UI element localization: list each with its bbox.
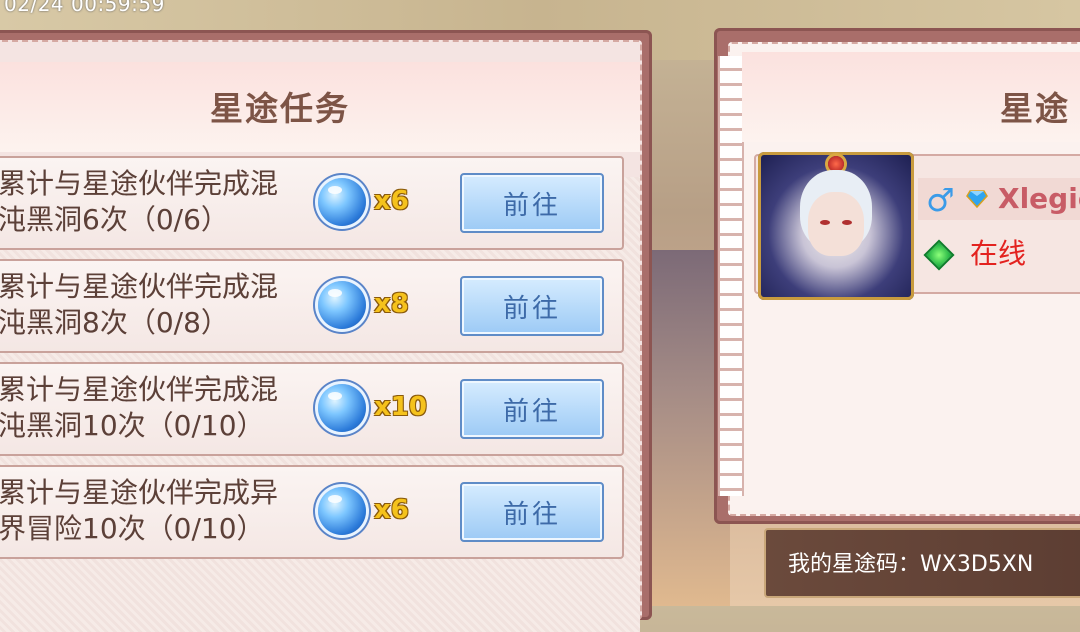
task-row: 累计与星途伙伴完成混 沌黑洞10次（0/10） x10 前往 bbox=[0, 362, 624, 456]
go-button[interactable]: 前往 bbox=[460, 379, 604, 439]
diamond-icon bbox=[966, 190, 988, 208]
reward-quantity: x10 bbox=[374, 392, 427, 422]
go-button[interactable]: 前往 bbox=[460, 482, 604, 542]
task-line-1: 累计与星途伙伴完成混 bbox=[0, 167, 279, 200]
blue-orb-icon bbox=[318, 384, 366, 432]
go-button[interactable]: 前往 bbox=[460, 276, 604, 336]
reward-quantity: x6 bbox=[374, 186, 409, 216]
player-name: Xlegio bbox=[998, 182, 1080, 215]
reward-quantity: x8 bbox=[374, 289, 409, 319]
task-line-1: 累计与星途伙伴完成混 bbox=[0, 373, 279, 406]
task-description: 累计与星途伙伴完成混 沌黑洞6次（0/6） bbox=[0, 166, 298, 238]
task-panel-title: 星途任务 bbox=[210, 89, 350, 128]
task-row: 累计与星途伙伴完成混 沌黑洞8次（0/8） x8 前往 bbox=[0, 259, 624, 353]
crown-gem-icon bbox=[828, 156, 844, 172]
character-portrait bbox=[808, 192, 864, 256]
go-button[interactable]: 前往 bbox=[460, 173, 604, 233]
task-line-2: 沌黑洞8次（0/8） bbox=[0, 306, 229, 339]
partner-panel-title: 星途 bbox=[1000, 89, 1070, 128]
task-line-2: 界冒险10次（0/10） bbox=[0, 512, 265, 545]
timestamp: 02/24 00:59:59 bbox=[4, 0, 165, 16]
task-description: 累计与星途伙伴完成混 沌黑洞10次（0/10） bbox=[0, 372, 298, 444]
blue-orb-icon bbox=[318, 178, 366, 226]
task-line-2: 沌黑洞10次（0/10） bbox=[0, 409, 265, 442]
task-description: 累计与星途伙伴完成异 界冒险10次（0/10） bbox=[0, 475, 298, 547]
blue-orb-icon bbox=[318, 487, 366, 535]
partner-code: 我的星途码：WX3D5XN bbox=[788, 552, 1034, 577]
reward-quantity: x6 bbox=[374, 495, 409, 525]
binder-rings bbox=[718, 56, 744, 496]
task-line-2: 沌黑洞6次（0/6） bbox=[0, 203, 229, 236]
avatar[interactable] bbox=[758, 152, 914, 300]
blue-orb-icon bbox=[318, 281, 366, 329]
task-row: 累计与星途伙伴完成异 界冒险10次（0/10） x6 前往 bbox=[0, 465, 624, 559]
task-line-1: 累计与星途伙伴完成异 bbox=[0, 476, 279, 509]
task-row: 累计与星途伙伴完成混 沌黑洞6次（0/6） x6 前往 bbox=[0, 156, 624, 250]
task-line-1: 累计与星途伙伴完成混 bbox=[0, 270, 279, 303]
task-description: 累计与星途伙伴完成混 沌黑洞8次（0/8） bbox=[0, 269, 298, 341]
online-status: 在线 bbox=[970, 237, 1027, 270]
male-icon: ♂ bbox=[926, 181, 955, 219]
